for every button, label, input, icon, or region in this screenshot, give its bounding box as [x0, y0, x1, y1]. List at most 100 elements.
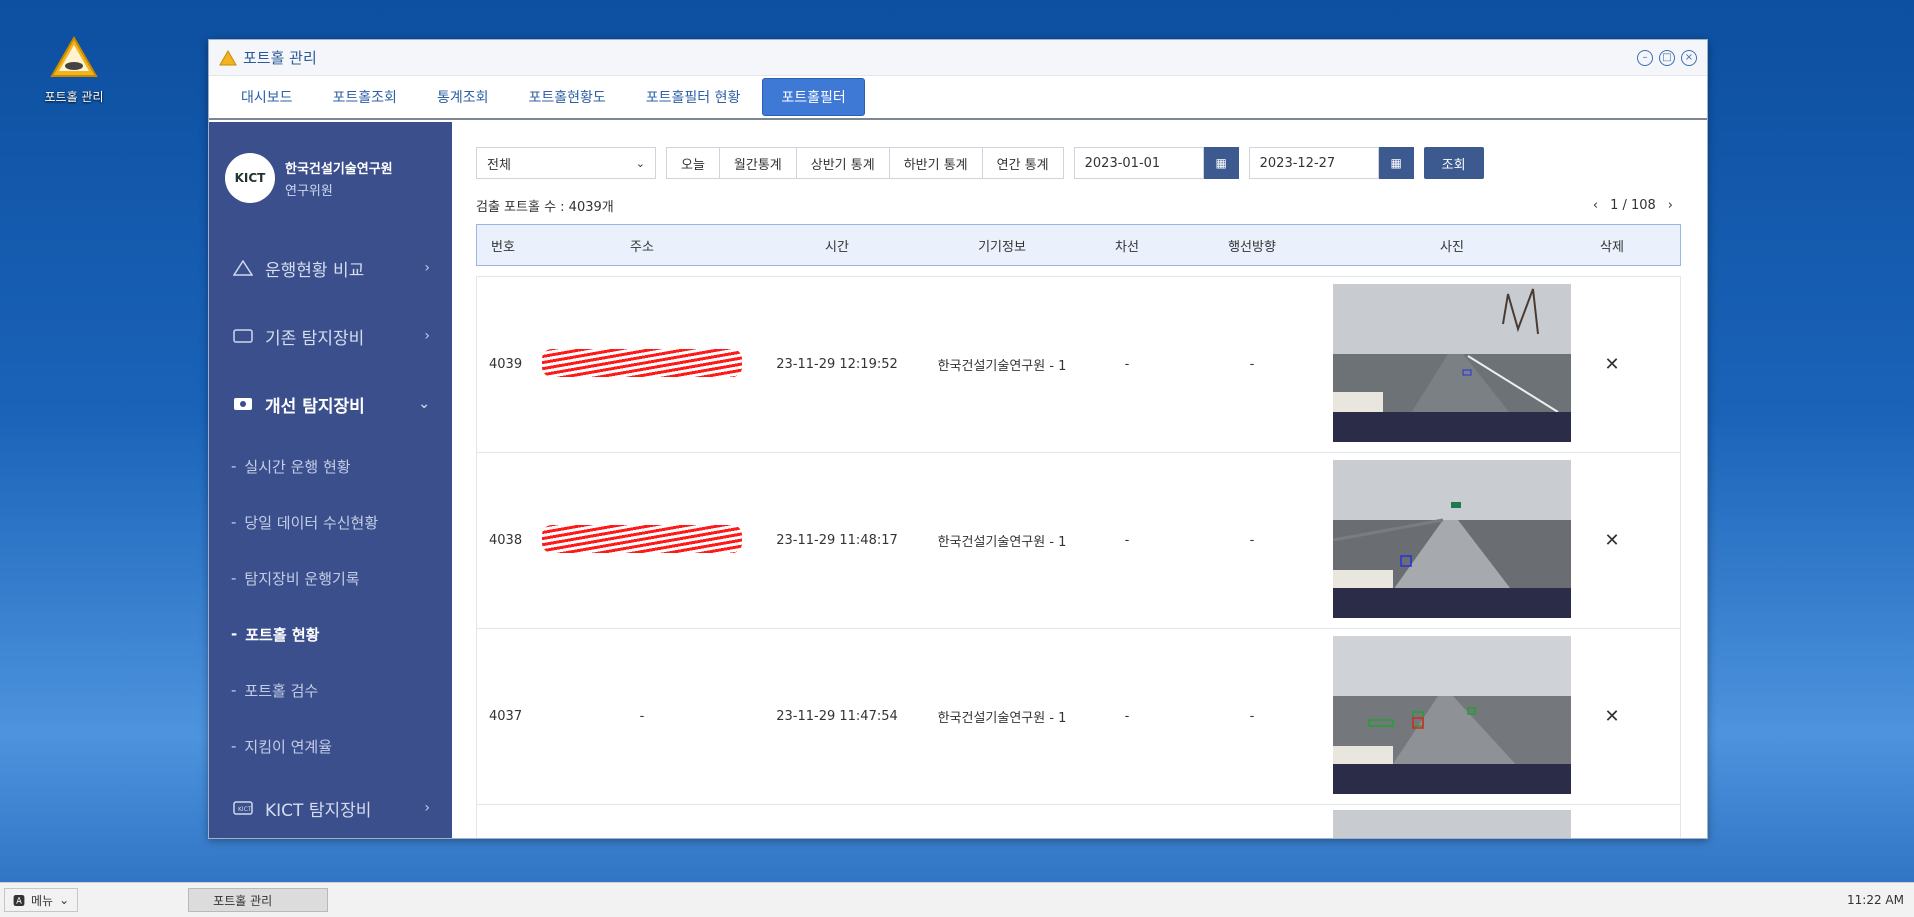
- cell-lane: -: [1124, 357, 1130, 372]
- cell-photo: [1327, 635, 1577, 798]
- cell-time: 23-11-29 11:47:54: [776, 709, 898, 724]
- org-logo: KICT: [225, 153, 275, 203]
- sidebar-item-label: 포트홀 현황: [245, 625, 320, 644]
- prev-page-icon[interactable]: ‹: [1593, 198, 1598, 213]
- tab-statistics[interactable]: 통계조회: [419, 79, 507, 115]
- tab-dashboard[interactable]: 대시보드: [223, 79, 311, 115]
- device-icon: [233, 329, 253, 343]
- taskbar: 🅰 메뉴 ⌄ 포트홀 관리 11:22 AM: [0, 882, 1914, 917]
- cell-lane: -: [1124, 709, 1130, 724]
- period-toggle: 오늘 월간통계 상반기 통계 하반기 통계 연간 통계: [666, 147, 1064, 179]
- table-body: 4039 23-11-29 12:19:52 한국건설기술연구원 - 1 - -: [476, 276, 1681, 838]
- cell-photo: [1327, 283, 1577, 446]
- tab-filter-status[interactable]: 포트홀필터 현황: [628, 79, 759, 115]
- pothole-warning-icon: [50, 36, 98, 77]
- road-photo[interactable]: [1333, 635, 1571, 794]
- app-logo-icon: [219, 49, 237, 65]
- header-device: 기기정보: [978, 239, 1026, 255]
- table-row: 4039 23-11-29 12:19:52 한국건설기술연구원 - 1 - -: [477, 277, 1680, 453]
- sidebar-group-operation-compare[interactable]: 운행현황 비교 ›: [209, 234, 452, 302]
- app-window: 포트홀 관리 – □ × 대시보드 포트홀조회 통계조회 포트홀현황도 포트홀필…: [208, 39, 1708, 839]
- main-content: 전체 ⌄ 오늘 월간통계 상반기 통계 하반기 통계 연간 통계 2023-01…: [452, 122, 1707, 838]
- clock: 11:22 AM: [1847, 893, 1904, 907]
- sidebar-item-pothole-status[interactable]: - 포트홀 현황: [209, 606, 452, 662]
- minimize-icon[interactable]: –: [1637, 49, 1653, 66]
- warning-icon: [233, 260, 253, 276]
- sidebar-group-legacy-device[interactable]: 기존 탐지장비 ›: [209, 302, 452, 370]
- road-photo[interactable]: [1333, 283, 1571, 442]
- sidebar-item-realtime[interactable]: - 실시간 운행 현황: [209, 438, 452, 494]
- cell-direction: -: [1249, 357, 1255, 372]
- cell-address: [537, 524, 747, 557]
- sidebar-item-pothole-review[interactable]: - 포트홀 검수: [209, 662, 452, 718]
- chevron-right-icon: ›: [424, 260, 430, 276]
- close-icon[interactable]: ×: [1681, 49, 1697, 66]
- next-page-icon[interactable]: ›: [1668, 198, 1673, 213]
- top-tabs: 대시보드 포트홀조회 통계조회 포트홀현황도 포트홀필터 현황 포트홀필터: [209, 76, 1707, 120]
- sidebar-item-daily-data[interactable]: - 당일 데이터 수신현황: [209, 494, 452, 550]
- taskbar-app-button[interactable]: 포트홀 관리: [188, 888, 329, 912]
- sidebar-group-label: KICT 탐지장비: [265, 800, 372, 821]
- chevron-right-icon: ›: [424, 800, 430, 816]
- road-photo[interactable]: [1333, 809, 1571, 838]
- sidebar-group-label: 기존 탐지장비: [265, 328, 365, 349]
- road-photo[interactable]: [1332, 459, 1571, 618]
- sidebar-group-kict-device[interactable]: KICT KICT 탐지장비 ›: [209, 774, 452, 838]
- device-icon: KICT: [233, 801, 253, 815]
- header-address: 주소: [630, 239, 654, 255]
- sidebar-group-improved-device[interactable]: 개선 탐지장비 ⌄: [209, 370, 452, 438]
- tab-pothole-filter[interactable]: 포트홀필터: [762, 78, 865, 116]
- end-date-field[interactable]: 2023-12-27: [1248, 147, 1379, 179]
- menu-label: 메뉴: [31, 893, 54, 908]
- sidebar-item-label: 지킴이 연계율: [244, 737, 332, 756]
- sidebar-item-label: 탐지장비 운행기록: [244, 569, 360, 588]
- cell-device: 한국건설기술연구원 - 1: [937, 711, 1067, 726]
- period-today[interactable]: 오늘: [667, 148, 720, 178]
- desktop-icon-label: 포트홀 관리: [44, 90, 104, 104]
- delete-icon[interactable]: ✕: [1604, 706, 1619, 727]
- sidebar-item-label: 실시간 운행 현황: [244, 457, 351, 476]
- period-yearly[interactable]: 연간 통계: [983, 148, 1063, 178]
- chevron-right-icon: ›: [424, 328, 430, 344]
- cell-address: [537, 348, 747, 381]
- calendar-icon[interactable]: ▦: [1378, 147, 1414, 179]
- sidebar-item-link-rate[interactable]: - 지킴이 연계율: [209, 718, 452, 774]
- page-indicator: 1 / 108: [1610, 197, 1656, 213]
- header-no: 번호: [491, 239, 515, 255]
- start-menu-button[interactable]: 🅰 메뉴 ⌄: [4, 888, 79, 912]
- cell-device: 한국건설기술연구원 - 1: [937, 535, 1067, 550]
- start-date-picker: 2023-01-01 ▦: [1073, 147, 1239, 179]
- period-first-half[interactable]: 상반기 통계: [797, 148, 890, 178]
- region-select[interactable]: 전체 ⌄: [476, 147, 656, 179]
- delete-icon[interactable]: ✕: [1604, 354, 1619, 375]
- tab-pothole-search[interactable]: 포트홀조회: [315, 79, 415, 115]
- table-row: 4038 23-11-29 11:48:17 한국건설기술연구원 - 1 - -: [477, 453, 1680, 629]
- cell-direction: -: [1249, 709, 1255, 724]
- sidebar-item-device-log[interactable]: - 탐지장비 운행기록: [209, 550, 452, 606]
- camera-device-icon: [234, 398, 252, 410]
- tab-pothole-map[interactable]: 포트홀현황도: [510, 79, 623, 115]
- search-button[interactable]: 조회: [1423, 147, 1484, 179]
- cell-device: 한국건설기술연구원 - 1: [937, 359, 1067, 374]
- end-date-picker: 2023-12-27 ▦: [1248, 147, 1414, 179]
- maximize-icon[interactable]: □: [1659, 49, 1675, 66]
- result-count: 검출 포트홀 수 : 4039개: [476, 199, 614, 215]
- start-date-field[interactable]: 2023-01-01: [1073, 147, 1204, 179]
- delete-icon[interactable]: ✕: [1604, 530, 1619, 551]
- svg-text:KICT: KICT: [238, 806, 252, 813]
- sidebar-item-label: 당일 데이터 수신현황: [244, 513, 379, 532]
- window-title: 포트홀 관리: [243, 49, 317, 67]
- period-monthly[interactable]: 월간통계: [720, 148, 797, 178]
- cell-delete: ✕: [1577, 706, 1647, 727]
- cell-direction: -: [1249, 533, 1255, 548]
- menu-icon: 🅰: [13, 893, 26, 908]
- cell-time: 23-11-29 12:19:52: [776, 357, 898, 372]
- calendar-icon[interactable]: ▦: [1203, 147, 1239, 179]
- period-second-half[interactable]: 하반기 통계: [890, 148, 983, 178]
- table-header: 번호 주소 시간 기기정보 차선 행선방향 사진 삭제: [476, 224, 1681, 266]
- table-row: 4037 - 23-11-29 11:47:54 한국건설기술연구원 - 1 -…: [477, 629, 1680, 805]
- cell-photo: [1327, 809, 1577, 838]
- desktop-app-icon[interactable]: 포트홀 관리: [32, 36, 116, 105]
- chevron-down-icon: ⌄: [59, 893, 70, 907]
- chevron-down-icon: ⌄: [635, 156, 645, 170]
